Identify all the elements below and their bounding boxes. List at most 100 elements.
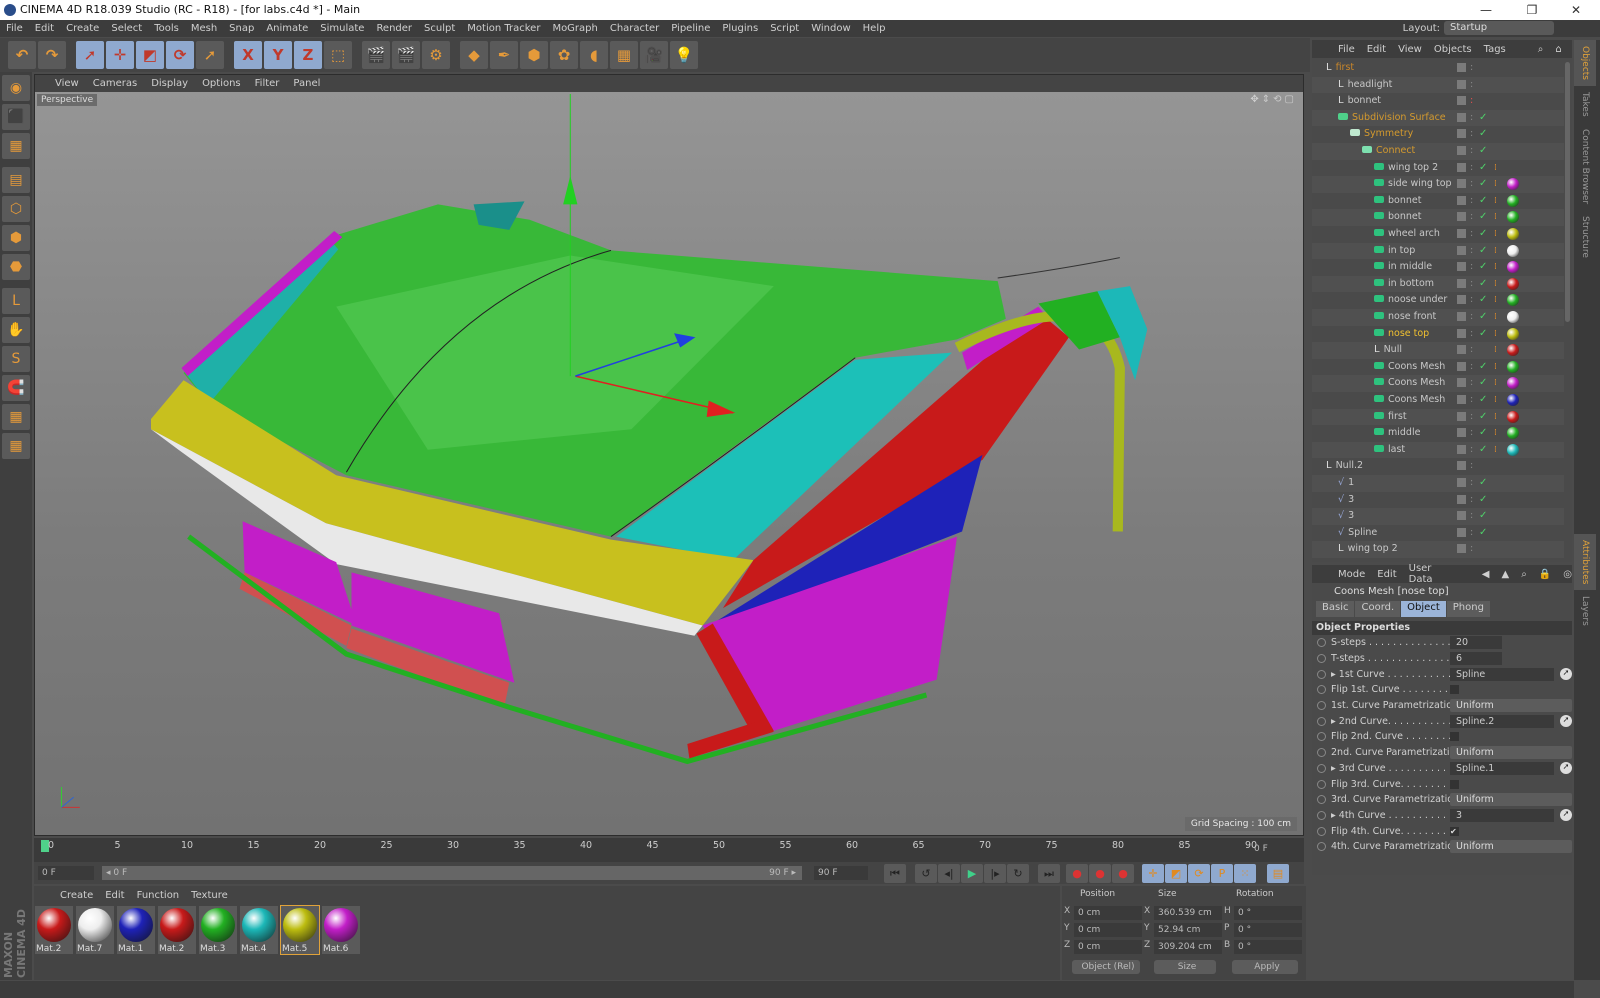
camera-button[interactable]: 🎥 [640,41,668,69]
parametrization-dropdown[interactable]: Uniform [1450,840,1572,854]
phong-tag-icon[interactable]: ⁞ [1494,425,1497,442]
render-dots-icon[interactable]: : [1470,193,1473,210]
render-dots-icon[interactable]: : [1470,292,1473,309]
position-z-field[interactable]: 0 cm [1074,940,1142,954]
menu-mograph[interactable]: MoGraph [552,23,597,34]
phong-tag-icon[interactable]: ⁞ [1494,243,1497,260]
visibility-toggle[interactable] [1457,162,1466,172]
prev-frame-button[interactable]: ◂| [938,864,960,883]
object-row[interactable]: noose under: ✓ ⁞ [1312,292,1564,309]
size-y-field[interactable]: 52.94 cm [1154,923,1222,937]
object-name[interactable]: in middle [1374,259,1432,276]
apply-button[interactable]: Apply [1232,960,1298,974]
render-dots-icon[interactable]: : [1470,110,1473,127]
render-dots-icon[interactable]: : [1470,126,1473,143]
pen-button[interactable]: ✒ [490,41,518,69]
param-key-button[interactable]: P [1211,864,1233,883]
pick-icon[interactable]: ➚ [1560,809,1572,822]
object-name[interactable]: first [1374,409,1407,426]
camera-label[interactable]: Perspective [37,94,98,106]
visibility-toggle[interactable] [1457,262,1466,272]
visibility-toggle[interactable] [1457,278,1466,288]
object-name[interactable]: in top [1374,243,1415,260]
render-dots-icon[interactable]: : [1470,425,1473,442]
visibility-toggle[interactable] [1457,63,1466,72]
attr-target-icon[interactable]: ◎ [1563,569,1572,580]
render-dots-icon[interactable]: : [1470,243,1473,260]
viewport-menu-cameras[interactable]: Cameras [93,78,137,89]
menu-file[interactable]: File [6,23,23,34]
object-name[interactable]: √ 1 [1338,475,1354,492]
array-button[interactable]: ✿ [550,41,578,69]
enabled-check-icon[interactable]: ✓ [1479,409,1487,426]
animate-radio[interactable] [1317,732,1326,742]
material-tag-icon[interactable] [1507,394,1519,406]
link-field[interactable]: 3 [1450,808,1554,822]
material-swatch[interactable]: Mat.2 [158,906,196,954]
object-name[interactable]: L Null.2 [1326,458,1363,475]
start-frame-field[interactable]: 0 F [38,866,94,880]
material-menu-function[interactable]: Function [137,890,180,901]
object-name[interactable]: Subdivision Surface [1338,110,1446,127]
size-x-field[interactable]: 360.539 cm [1154,906,1222,920]
enabled-check-icon[interactable]: ✓ [1479,259,1487,276]
objects-menu-tags[interactable]: Tags [1484,44,1506,55]
object-name[interactable]: Lbonnet [1338,93,1381,110]
material-tag-icon[interactable] [1507,211,1519,224]
menu-plugins[interactable]: Plugins [722,23,758,34]
animate-radio[interactable] [1317,716,1326,726]
material-swatch[interactable]: Mat.2 [35,906,73,954]
menu-window[interactable]: Window [811,23,850,34]
deformer-button[interactable]: ◖ [580,41,608,69]
timeline-ruler[interactable]: 0 F 0 5 10 15 20 25 30 35 40 45 50 55 60 65 70 75 80 85 90 [34,838,1304,862]
grid-lock-button[interactable]: ▦ [2,404,30,430]
enabled-check-icon[interactable]: ✓ [1479,226,1487,243]
y-axis-button[interactable]: Y [264,41,292,69]
object-row[interactable]: bonnet: ✓ ⁞ [1312,209,1564,226]
phong-tag-icon[interactable]: ⁞ [1494,176,1497,193]
visibility-toggle[interactable] [1457,179,1466,189]
objects-search-icon[interactable]: ⌕ [1538,44,1544,55]
material-tag-icon[interactable] [1507,344,1519,357]
object-row[interactable]: L Null.2: [1312,458,1564,475]
visibility-toggle[interactable] [1457,79,1466,89]
object-name[interactable]: wheel arch [1374,226,1440,243]
visibility-toggle[interactable] [1457,345,1466,355]
phong-tag-icon[interactable]: ⁞ [1494,326,1497,343]
link-field[interactable]: Spline.1 [1450,761,1554,775]
subdivision-button[interactable]: ⬢ [520,41,548,69]
move-button[interactable]: ✛ [106,41,134,69]
snap-lock-button[interactable]: ▦ [2,433,30,459]
visibility-toggle[interactable] [1457,112,1466,122]
object-row[interactable]: Coons Mesh: ✓ ⁞ [1312,375,1564,392]
pick-icon[interactable]: ➚ [1560,715,1572,728]
animate-radio[interactable] [1317,810,1326,820]
car-model[interactable] [35,92,1303,835]
phong-tag-icon[interactable]: ⁞ [1494,276,1497,293]
viewport-menu-panel[interactable]: Panel [293,78,320,89]
flip-checkbox[interactable] [1450,732,1459,742]
material-menu-edit[interactable]: Edit [105,890,124,901]
position-y-field[interactable]: 0 cm [1074,923,1142,937]
minimize-button[interactable]: — [1466,0,1506,20]
menu-select[interactable]: Select [111,23,142,34]
object-name[interactable]: √ 3 [1338,508,1354,525]
render-picture-viewer-button[interactable]: 🎬 [392,41,420,69]
size-z-field[interactable]: 309.204 cm [1154,940,1222,954]
render-dots-icon[interactable]: : [1470,60,1473,77]
x-axis-button[interactable]: X [234,41,262,69]
object-row[interactable]: Coons Mesh: ✓ ⁞ [1312,359,1564,376]
animate-radio[interactable] [1317,669,1326,679]
object-row[interactable]: middle: ✓ ⁞ [1312,425,1564,442]
render-dots-icon[interactable]: : [1470,342,1473,359]
rotation-y-field[interactable]: 0 ° [1234,923,1302,937]
menu-pipeline[interactable]: Pipeline [671,23,710,34]
animate-radio[interactable] [1317,842,1326,852]
menu-snap[interactable]: Snap [229,23,254,34]
menu-render[interactable]: Render [376,23,412,34]
object-row[interactable]: in bottom: ✓ ⁞ [1312,275,1564,293]
menu-simulate[interactable]: Simulate [320,23,364,34]
phong-tag-icon[interactable]: ⁞ [1494,375,1497,392]
visibility-toggle[interactable] [1457,494,1466,504]
polygons-button[interactable]: ⬣ [2,254,30,280]
